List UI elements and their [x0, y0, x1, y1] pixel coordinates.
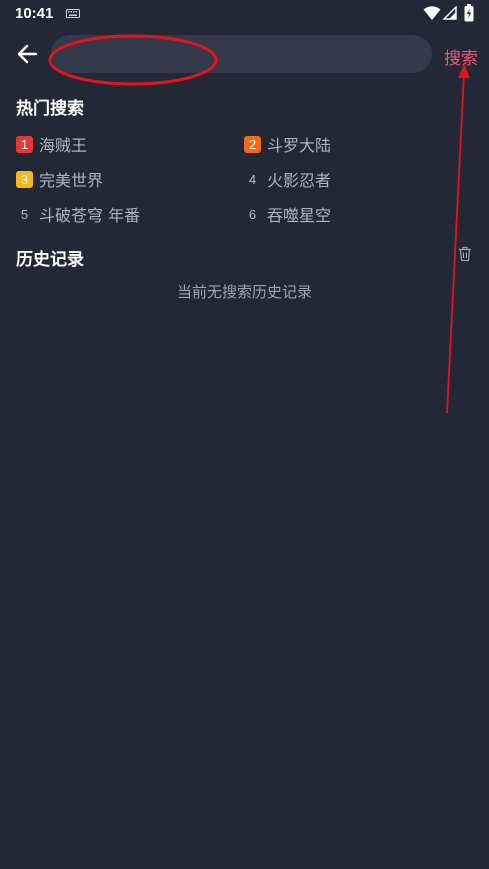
search-button[interactable]: 搜索: [444, 44, 478, 69]
hot-item-1[interactable]: 1 海贼王: [16, 133, 87, 155]
status-bar: 10:41: [0, 0, 489, 28]
hot-item-label: 斗破苍穹 年番: [39, 206, 141, 225]
hot-search-title: 热门搜索: [16, 99, 84, 119]
hot-item-3[interactable]: 3 完美世界: [16, 168, 103, 190]
rank-number: 4: [248, 171, 257, 187]
keyboard-icon: [66, 9, 80, 18]
search-input[interactable]: [51, 35, 432, 73]
rank-badge: 3: [16, 170, 33, 188]
hot-item-label: 海贼王: [39, 136, 88, 155]
history-empty-text: 当前无搜索历史记录: [176, 283, 312, 301]
hot-item-4[interactable]: 4 火影忍者: [244, 168, 331, 190]
hot-item-label: 吞噬星空: [267, 206, 332, 225]
trash-icon[interactable]: [458, 246, 472, 262]
rank-number: 6: [248, 206, 257, 222]
rank-badge: 1: [16, 135, 33, 153]
status-time: 10:41: [15, 5, 54, 22]
signal-icon: [443, 6, 457, 20]
history-title: 历史记录: [16, 250, 84, 270]
hot-item-5[interactable]: 5 斗破苍穹 年番: [16, 203, 140, 225]
wifi-icon: [423, 6, 441, 20]
hot-item-label: 完美世界: [39, 171, 104, 190]
annotation-arrow: [446, 64, 470, 414]
rank-badge: 2: [244, 135, 261, 153]
hot-item-2[interactable]: 2 斗罗大陆: [244, 133, 331, 155]
rank-number: 5: [20, 206, 29, 222]
back-button[interactable]: [14, 40, 42, 68]
arrow-left-icon: [17, 44, 38, 64]
battery-charging-icon: [464, 4, 474, 22]
hot-item-6[interactable]: 6 吞噬星空: [244, 203, 331, 225]
hot-item-label: 斗罗大陆: [267, 136, 332, 155]
hot-item-label: 火影忍者: [267, 171, 332, 190]
search-page: 10:41 搜索 热门搜索 1 海贼王 2 斗罗大陆 3 完美世界 4 火影忍者…: [0, 0, 489, 869]
